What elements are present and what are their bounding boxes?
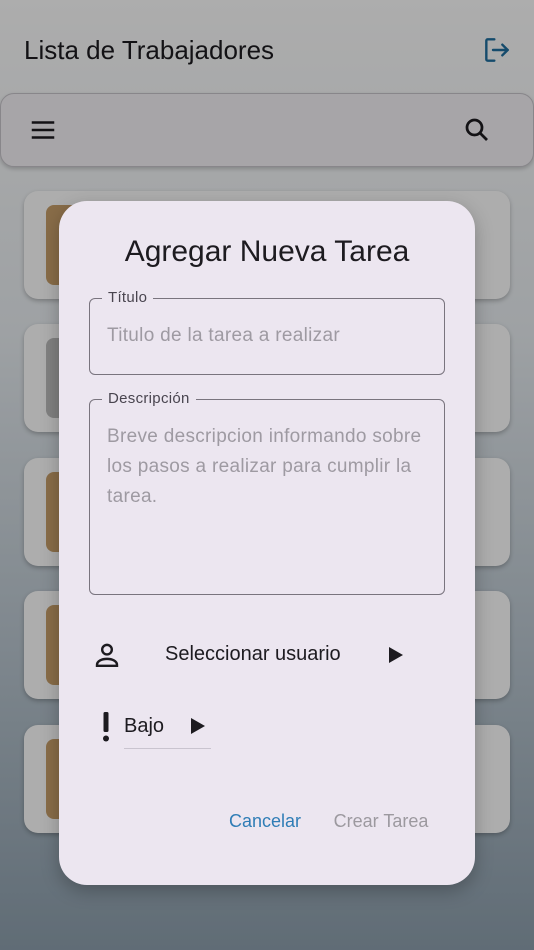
person-icon (91, 639, 123, 671)
task-title-placeholder: Titulo de la tarea a realizar (107, 325, 340, 346)
priority-dropdown[interactable]: Bajo (124, 707, 211, 749)
dialog-title: Agregar Nueva Tarea (124, 235, 410, 268)
priority-select[interactable]: Bajo (99, 707, 279, 751)
create-task-button[interactable]: Crear Tarea (327, 801, 435, 841)
task-description-label: Descripción (102, 390, 196, 407)
task-description-placeholder: Breve descripcion informando sobre los p… (107, 426, 422, 507)
priority-value: Bajo (124, 715, 165, 737)
task-description-field[interactable]: Descripción Breve descripcion informando… (89, 390, 445, 595)
cancel-button[interactable]: Cancelar (219, 801, 311, 841)
play-arrow-icon (385, 645, 405, 665)
user-select-dropdown[interactable]: Seleccionar usuario (89, 635, 445, 675)
play-arrow-icon (187, 716, 207, 736)
task-title-label: Título (102, 289, 154, 306)
user-select-label: Seleccionar usuario (165, 643, 341, 665)
priority-high-icon (99, 711, 113, 743)
add-task-dialog: Agregar Nueva Tarea Título Titulo de la … (59, 201, 475, 885)
task-title-field[interactable]: Título Titulo de la tarea a realizar (89, 289, 445, 375)
